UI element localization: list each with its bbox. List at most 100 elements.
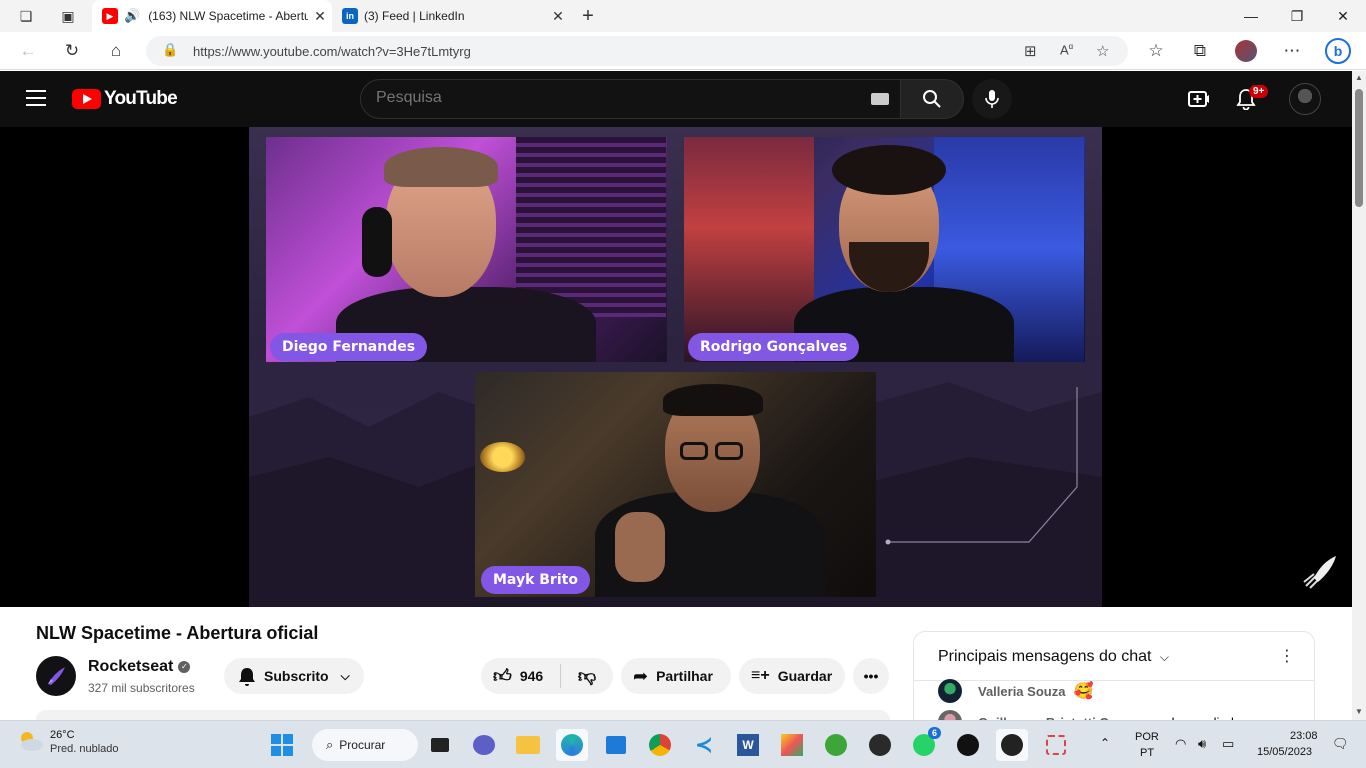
workspaces-icon[interactable]: ❏ <box>12 4 40 28</box>
reload-icon[interactable]: ↻ <box>58 37 86 65</box>
camera-mayk: Mayk Brito <box>475 372 876 597</box>
url-text: https://www.youtube.com/watch?v=3He7tLmt… <box>193 44 471 59</box>
search-input[interactable] <box>376 89 856 107</box>
word-icon[interactable]: W <box>732 729 764 761</box>
keyboard-icon[interactable] <box>871 93 889 105</box>
teams-chat-icon[interactable] <box>468 729 500 761</box>
dislike-button[interactable]: 👎︎ <box>561 665 613 687</box>
chat-mode-selector[interactable]: Principais mensagens do chat ⌵ <box>938 648 1169 666</box>
chat-author[interactable]: Valleria Souza <box>978 684 1065 699</box>
chat-text: 🥰 <box>1073 683 1094 700</box>
weather-widget[interactable]: 26°C Pred. nublado <box>16 729 119 755</box>
chat-message: Valleria Souza 🥰 <box>938 679 1093 703</box>
tab-actions-icon[interactable]: ▣ <box>54 4 82 28</box>
voice-search-button[interactable] <box>972 79 1012 119</box>
favorites-icon[interactable]: ☆ <box>1142 37 1170 65</box>
linkedin-favicon-icon: in <box>342 8 358 24</box>
account-avatar[interactable] <box>1289 83 1321 115</box>
save-button[interactable]: ≡+ Guardar <box>739 658 845 694</box>
settings-more-icon[interactable]: ⋯ <box>1278 37 1306 65</box>
speaker-icon[interactable]: 🔊 <box>124 8 140 24</box>
partly-cloudy-icon <box>21 732 43 751</box>
minimize-icon[interactable]: — <box>1228 0 1274 32</box>
url-field[interactable]: 🔒 https://www.youtube.com/watch?v=3He7tL… <box>146 36 1128 66</box>
chat-more-icon[interactable]: ⋮ <box>1279 646 1295 666</box>
profile-avatar[interactable] <box>1232 37 1260 65</box>
close-tab-icon[interactable]: ✕ <box>546 8 570 25</box>
whatsapp-icon[interactable]: 6 <box>908 727 942 761</box>
like-dislike-group: 👍︎ 946 👎︎ <box>481 658 613 694</box>
participant-name-tag: Rodrigo Gonçalves <box>688 333 860 361</box>
whatsapp-badge: 6 <box>928 727 942 739</box>
taskbar-search[interactable]: ⌕ Procurar <box>312 729 418 761</box>
add-favorite-icon[interactable]: ☆ <box>1096 42 1109 60</box>
vscode-icon[interactable]: ≺ <box>688 729 720 761</box>
tab-youtube[interactable]: ▶ 🔊 (163) NLW Spacetime - Abertura ofici… <box>92 0 332 32</box>
hamburger-menu-icon[interactable] <box>26 90 46 106</box>
like-button[interactable]: 👍︎ 946 <box>481 664 561 688</box>
create-video-icon[interactable] <box>1188 89 1210 109</box>
restore-icon[interactable]: ❐ <box>1274 0 1320 32</box>
subscribe-label: Subscrito <box>264 668 329 684</box>
rocketseat-watermark-icon[interactable] <box>1300 552 1340 592</box>
notifications-icon[interactable]: 🗨 <box>1332 736 1349 752</box>
battery-icon[interactable]: ▭ <box>1222 736 1234 752</box>
volume-icon[interactable]: 🔊︎ <box>1198 736 1206 752</box>
snipping-tool-icon[interactable] <box>1040 729 1072 761</box>
youtube-play-icon <box>72 89 101 109</box>
tray-overflow-icon[interactable]: ⌃ <box>1100 736 1110 750</box>
media-player-icon[interactable] <box>996 729 1028 761</box>
camera-diego: Diego Fernandes <box>266 137 667 362</box>
more-actions-button[interactable]: ••• <box>853 658 889 694</box>
youtube-logo[interactable]: YouTube <box>72 88 178 110</box>
channel-name[interactable]: Rocketseat ✓ <box>88 658 191 676</box>
bing-copilot-icon[interactable]: b <box>1324 37 1352 65</box>
obs-icon[interactable] <box>864 729 896 761</box>
description-box[interactable] <box>36 710 890 720</box>
file-explorer-icon[interactable] <box>512 729 544 761</box>
search-button[interactable] <box>900 79 964 119</box>
new-tab-icon[interactable]: + <box>574 4 602 28</box>
scrollbar-thumb[interactable] <box>1355 89 1363 207</box>
lock-icon[interactable]: 🔒 <box>162 42 178 58</box>
video-title: NLW Spacetime - Abertura oficial <box>36 623 319 643</box>
notifications-count-badge: 9+ <box>1249 85 1269 98</box>
like-count: 946 <box>519 668 544 684</box>
collections-icon[interactable]: ⧉ <box>1186 37 1214 65</box>
back-icon[interactable]: ← <box>14 37 42 65</box>
share-button[interactable]: ➦ Partilhar <box>621 658 731 694</box>
clock-date[interactable]: 15/05/2023 <box>1257 746 1312 758</box>
channel-avatar[interactable] <box>36 656 76 696</box>
weather-description: Pred. nublado <box>50 743 119 755</box>
close-window-icon[interactable]: ✕ <box>1320 0 1366 32</box>
task-view-icon[interactable] <box>424 729 456 761</box>
read-aloud-icon[interactable]: Aɑ <box>1060 42 1073 57</box>
start-button[interactable] <box>266 729 298 761</box>
page-scrollbar[interactable]: ▲ ▼ <box>1352 71 1366 720</box>
wifi-icon[interactable]: ◠ <box>1175 736 1186 752</box>
chat-avatar[interactable] <box>938 679 962 703</box>
youtube-header: YouTube 9+ <box>0 71 1352 127</box>
video-frame[interactable]: Diego Fernandes Rodrigo Gonçalves Mayk B… <box>249 127 1102 607</box>
app-available-icon[interactable]: ⊞ <box>1024 42 1037 60</box>
keyboard-layout-indicator[interactable]: PT <box>1140 747 1154 759</box>
game-app-icon[interactable] <box>776 729 808 761</box>
scroll-down-icon[interactable]: ▼ <box>1355 707 1363 716</box>
close-tab-icon[interactable]: ✕ <box>308 8 332 25</box>
tiktok-icon[interactable] <box>952 729 984 761</box>
edge-browser-icon[interactable] <box>556 729 588 761</box>
clock-time[interactable]: 23:08 <box>1290 730 1318 742</box>
home-icon[interactable]: ⌂ <box>102 37 130 65</box>
scroll-up-icon[interactable]: ▲ <box>1355 73 1363 82</box>
video-player[interactable]: Diego Fernandes Rodrigo Gonçalves Mayk B… <box>0 127 1352 607</box>
microsoft-store-icon[interactable] <box>600 729 632 761</box>
search-box[interactable] <box>360 79 901 119</box>
browser-tab-strip: ❏ ▣ ▶ 🔊 (163) NLW Spacetime - Abertura o… <box>0 0 1366 32</box>
tab-linkedin[interactable]: in (3) Feed | LinkedIn ✕ <box>332 0 570 32</box>
utorrent-icon[interactable] <box>820 729 852 761</box>
chrome-icon[interactable] <box>644 729 676 761</box>
language-indicator[interactable]: POR <box>1135 731 1159 743</box>
participant-name-tag: Diego Fernandes <box>270 333 428 361</box>
thumbs-down-icon: 👎︎ <box>577 666 597 686</box>
subscribed-button[interactable]: Subscrito ⌵ <box>224 658 364 694</box>
